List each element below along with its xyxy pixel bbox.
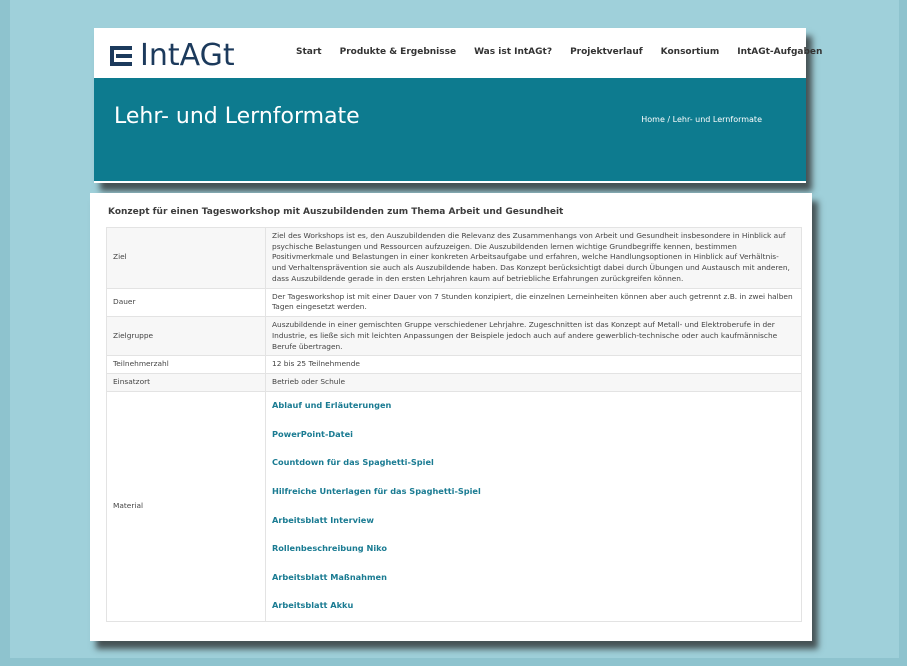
row-value: Ziel des Workshops ist es, den Auszubild…	[265, 227, 802, 289]
workshop-info-table: Ziel Ziel des Workshops ist es, den Ausz…	[106, 227, 802, 622]
row-label: Dauer	[106, 287, 266, 318]
breadcrumb[interactable]: Home / Lehr- und Lernformate	[641, 115, 762, 124]
list-item: Arbeitsblatt Akku	[272, 592, 795, 621]
row-value: 12 bis 25 Teilnehmende	[265, 355, 802, 375]
list-item: Hilfreiche Unterlagen für das Spaghetti-…	[272, 478, 795, 507]
list-item: PowerPoint-Datei	[272, 420, 795, 449]
nav-produkte-ergebnisse[interactable]: Produkte & Ergebnisse	[340, 47, 456, 57]
top-navigation-bar: IntAGt Start Produkte & Ergebnisse Was i…	[94, 28, 822, 78]
frame-left	[0, 0, 10, 666]
row-label: Teilnehmerzahl	[106, 355, 266, 375]
row-label: Zielgruppe	[106, 316, 266, 357]
frame-right	[899, 0, 907, 666]
page-title: Lehr- und Lernformate	[114, 104, 360, 129]
site-logo[interactable]: IntAGt	[110, 38, 235, 73]
row-value: Betrieb oder Schule	[265, 373, 802, 392]
row-label: Material	[106, 390, 266, 622]
material-link-massnahmen[interactable]: Arbeitsblatt Maßnahmen	[272, 572, 387, 584]
main-navigation: Start Produkte & Ergebnisse Was ist IntA…	[296, 47, 840, 57]
table-row: Einsatzort Betrieb oder Schule	[106, 373, 802, 392]
header-card: IntAGt Start Produkte & Ergebnisse Was i…	[94, 28, 822, 183]
row-label: Einsatzort	[106, 373, 266, 392]
material-link-countdown[interactable]: Countdown für das Spaghetti-Spiel	[272, 457, 434, 469]
material-link-list: Ablauf und Erläuterungen PowerPoint-Date…	[272, 392, 795, 621]
material-link-rollenbeschreibung[interactable]: Rollenbeschreibung Niko	[272, 543, 387, 555]
table-row: Dauer Der Tagesworkshop ist mit einer Da…	[106, 287, 802, 318]
nav-konsortium[interactable]: Konsortium	[661, 47, 720, 57]
material-link-akku[interactable]: Arbeitsblatt Akku	[272, 600, 353, 612]
stacked-bars-logo-icon	[110, 45, 132, 67]
list-item: Countdown für das Spaghetti-Spiel	[272, 449, 795, 478]
list-item: Arbeitsblatt Interview	[272, 506, 795, 535]
material-link-unterlagen[interactable]: Hilfreiche Unterlagen für das Spaghetti-…	[272, 486, 481, 498]
material-links-cell: Ablauf und Erläuterungen PowerPoint-Date…	[265, 390, 802, 622]
table-row-material: Material Ablauf und Erläuterungen PowerP…	[106, 390, 802, 622]
page-banner: Lehr- und Lernformate Home / Lehr- und L…	[94, 78, 806, 181]
list-item: Arbeitsblatt Maßnahmen	[272, 563, 795, 592]
nav-start[interactable]: Start	[296, 47, 322, 57]
list-item: Rollenbeschreibung Niko	[272, 535, 795, 564]
table-row: Zielgruppe Auszubildende in einer gemisc…	[106, 316, 802, 357]
row-value: Auszubildende in einer gemischten Gruppe…	[265, 316, 802, 357]
nav-projektverlauf[interactable]: Projektverlauf	[570, 47, 643, 57]
material-link-powerpoint[interactable]: PowerPoint-Datei	[272, 429, 353, 441]
table-row: Ziel Ziel des Workshops ist es, den Ausz…	[106, 227, 802, 289]
content-card: Konzept für einen Tagesworkshop mit Ausz…	[90, 193, 812, 641]
material-link-ablauf[interactable]: Ablauf und Erläuterungen	[272, 400, 391, 412]
logo-text: IntAGt	[140, 38, 235, 73]
row-label: Ziel	[106, 227, 266, 289]
frame-bottom	[0, 658, 907, 666]
list-item: Ablauf und Erläuterungen	[272, 392, 795, 421]
table-row: Teilnehmerzahl 12 bis 25 Teilnehmende	[106, 355, 802, 375]
nav-intagt-aufgaben[interactable]: IntAGt-Aufgaben	[737, 47, 822, 57]
material-link-interview[interactable]: Arbeitsblatt Interview	[272, 515, 374, 527]
nav-was-ist-intagt[interactable]: Was ist IntAGt?	[474, 47, 552, 57]
content-heading: Konzept für einen Tagesworkshop mit Ausz…	[108, 207, 564, 217]
row-value: Der Tagesworkshop ist mit einer Dauer vo…	[265, 287, 802, 318]
